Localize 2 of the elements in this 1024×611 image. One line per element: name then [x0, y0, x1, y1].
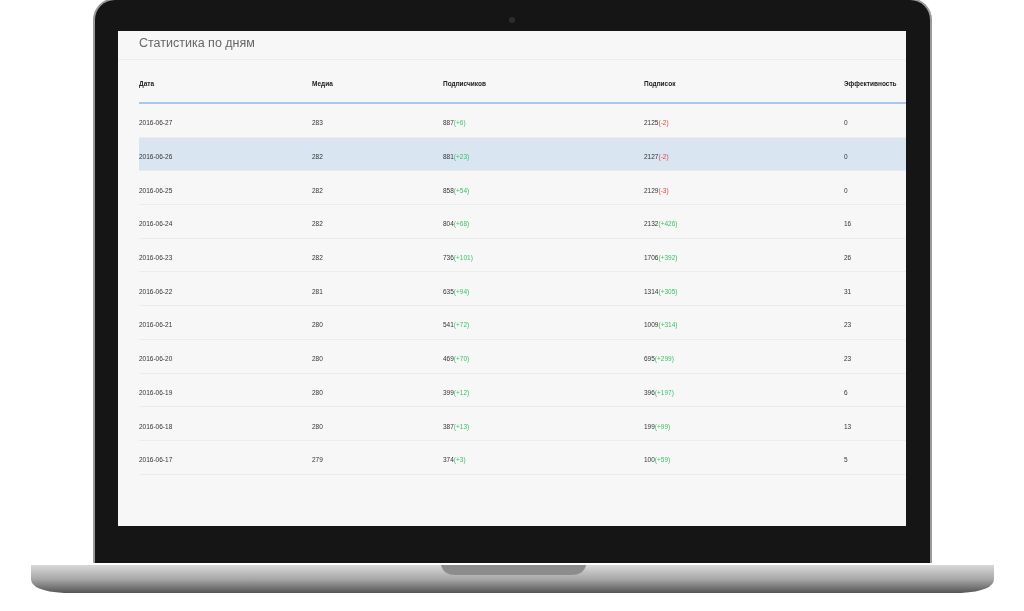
page-title: Статистика по дням	[139, 36, 255, 50]
camera-icon	[509, 17, 515, 23]
